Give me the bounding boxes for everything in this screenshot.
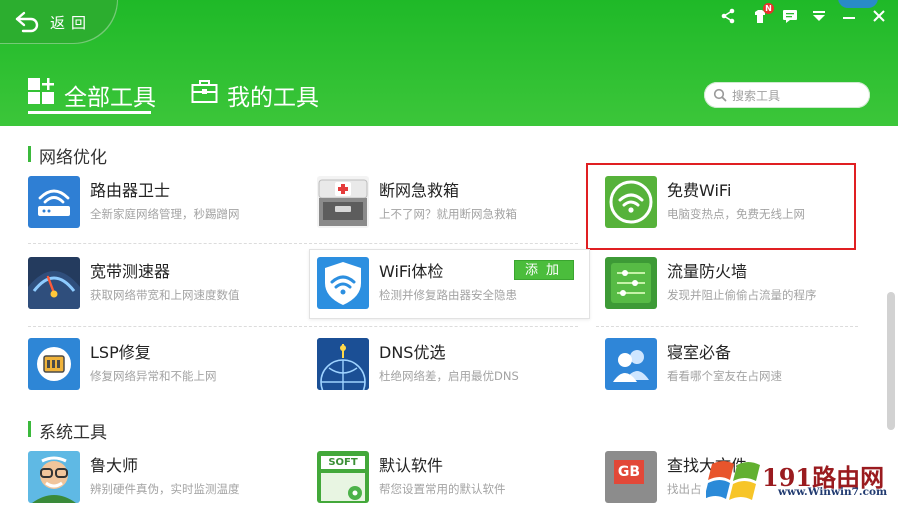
- share-icon[interactable]: [718, 6, 738, 26]
- tool-desc: 检测并修复路由器安全隐患: [379, 288, 517, 302]
- watermark: 191路由网 www.Winwin7.com: [700, 452, 898, 505]
- tool-name: WiFi体检: [379, 262, 444, 281]
- row-divider: [28, 326, 578, 327]
- tool-router-guard[interactable]: 路由器卫士 全新家庭网络管理，秒踢蹭网: [28, 176, 308, 232]
- tool-name: 断网急救箱: [379, 181, 460, 200]
- active-tab-underline: [28, 111, 151, 114]
- router-guard-icon: [28, 176, 80, 228]
- tool-name: DNS优选: [379, 343, 446, 362]
- tool-desc: 发现并阻止偷偷占流量的程序: [667, 288, 817, 302]
- tool-name: 宽带测速器: [90, 262, 171, 281]
- speed-gauge-icon: [28, 257, 80, 309]
- message-icon[interactable]: [780, 6, 800, 26]
- soft-default-icon: SOFT: [317, 451, 369, 503]
- tool-speed-test[interactable]: 宽带测速器 获取网络带宽和上网速度数值: [28, 257, 308, 313]
- gb-badge: GB: [614, 460, 644, 484]
- notification-badge: N: [763, 3, 774, 14]
- back-button[interactable]: 返回: [0, 0, 118, 44]
- tab-my-tools-label: 我的工具: [227, 85, 319, 111]
- tool-desc: 杜绝网络差，启用最优DNS: [379, 369, 519, 383]
- tool-name: 默认软件: [379, 456, 444, 475]
- tool-name: 流量防火墙: [667, 262, 748, 281]
- tool-desc: 看看哪个室友在占网速: [667, 369, 782, 383]
- tool-name: LSP修复: [90, 343, 151, 362]
- search-input[interactable]: [730, 85, 864, 107]
- tool-name: 寝室必备: [667, 343, 732, 362]
- toolbox-icon: [191, 80, 218, 103]
- lsp-chip-icon: [28, 338, 80, 390]
- back-label: 返回: [50, 14, 93, 32]
- back-arrow-icon: [15, 11, 39, 33]
- tool-master-lu[interactable]: 鲁大师 辨别硬件真伪，实时监测温度: [28, 451, 308, 507]
- tab-my-tools[interactable]: 我的工具: [191, 76, 321, 112]
- tool-name: 路由器卫士: [90, 181, 171, 200]
- tool-desc: 获取网络带宽和上网速度数值: [90, 288, 240, 302]
- tool-desc: 全新家庭网络管理，秒踢蹭网: [90, 207, 240, 221]
- roommates-icon: [605, 338, 657, 390]
- watermark-url: www.Winwin7.com: [778, 486, 888, 498]
- row-divider: [596, 326, 858, 327]
- tab-all-tools-label: 全部工具: [64, 85, 156, 111]
- search-icon: [713, 88, 727, 102]
- big-file-icon: GB: [605, 451, 657, 503]
- highlight-frame: [586, 163, 856, 250]
- tool-dorm-essential[interactable]: 寝室必备 看看哪个室友在占网速: [605, 338, 885, 394]
- tool-name: 鲁大师: [90, 456, 139, 475]
- wifi-shield-icon: [317, 257, 369, 309]
- tool-default-software[interactable]: SOFT 默认软件 帮您设置常用的默认软件: [317, 451, 597, 507]
- tool-desc: 帮您设置常用的默认软件: [379, 482, 506, 496]
- tool-first-aid[interactable]: 断网急救箱 上不了网？就用断网急救箱: [317, 176, 597, 232]
- tool-dns-optimize[interactable]: DNS优选 杜绝网络差，启用最优DNS: [317, 338, 597, 394]
- skin-button[interactable]: N: [750, 3, 774, 26]
- dns-globe-icon: [317, 338, 369, 390]
- scroll-thumb[interactable]: [887, 292, 895, 430]
- first-aid-box-icon: [317, 176, 369, 228]
- header: 返回 N 全部工具 我的工具 搜索工具: [0, 0, 898, 126]
- grid-plus-icon: [28, 78, 54, 104]
- windows-logo-icon: [706, 461, 760, 500]
- tool-desc: 上不了网？就用断网急救箱: [379, 207, 517, 221]
- add-button[interactable]: 添加: [514, 260, 574, 280]
- tool-traffic-firewall[interactable]: 流量防火墙 发现并阻止偷偷占流量的程序: [605, 257, 885, 313]
- menu-icon[interactable]: [809, 6, 829, 26]
- tool-lsp-repair[interactable]: LSP修复 修复网络异常和不能上网: [28, 338, 308, 394]
- master-lu-icon: [28, 451, 80, 503]
- tab-all-tools[interactable]: 全部工具: [28, 76, 158, 112]
- minimize-icon[interactable]: [839, 6, 859, 26]
- row-divider: [28, 243, 578, 244]
- traffic-firewall-icon: [605, 257, 657, 309]
- close-icon[interactable]: [869, 6, 889, 26]
- scrollbar[interactable]: [886, 134, 896, 505]
- search-box[interactable]: [704, 82, 870, 108]
- tool-desc: 修复网络异常和不能上网: [90, 369, 217, 383]
- corner-decoration: [838, 0, 878, 8]
- tool-desc: 找出占: [667, 482, 702, 496]
- tool-desc: 辨别硬件真伪，实时监测温度: [90, 482, 240, 496]
